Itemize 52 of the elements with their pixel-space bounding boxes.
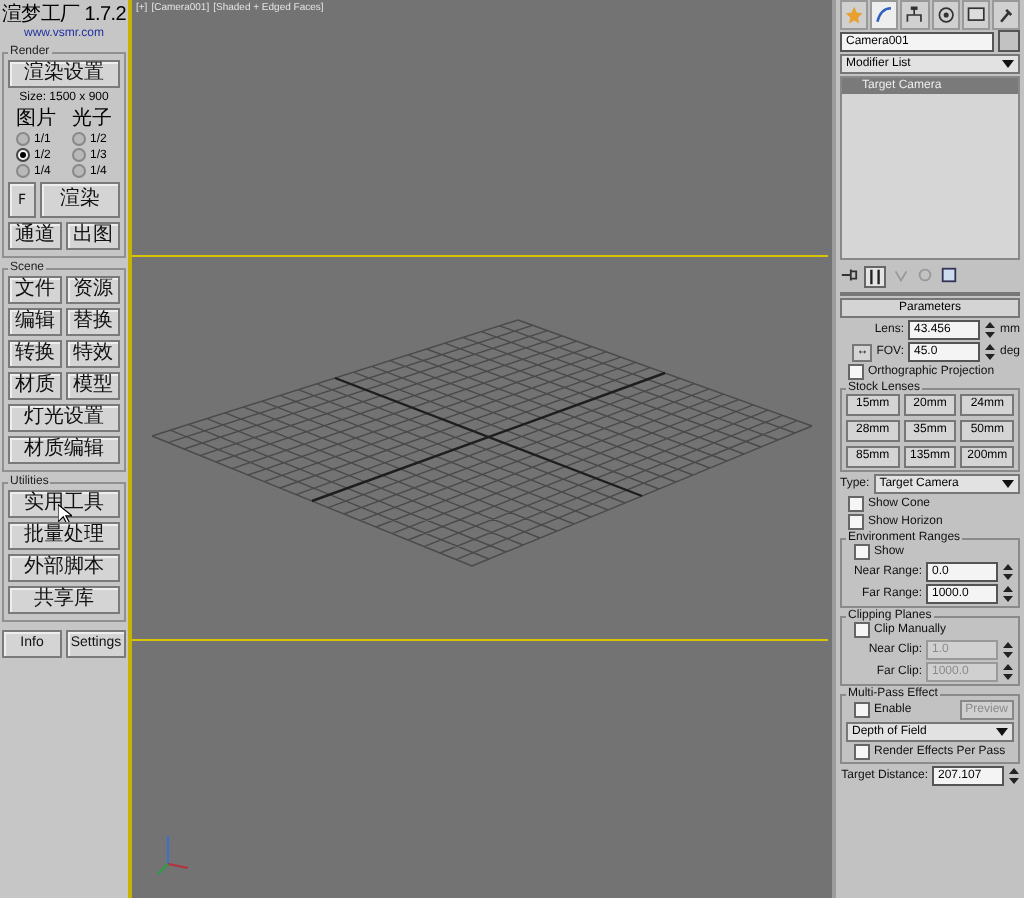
checkbox[interactable]: [854, 622, 870, 638]
panel-button[interactable]: 模型: [66, 372, 120, 400]
checkbox[interactable]: [854, 744, 870, 760]
panel-button[interactable]: 编辑: [8, 308, 62, 336]
render-button[interactable]: 渲染: [40, 182, 120, 218]
checkbox[interactable]: [848, 496, 864, 512]
column-label: 图片: [16, 108, 56, 130]
radio-button[interactable]: [16, 164, 30, 178]
panel-button[interactable]: 材质: [8, 372, 62, 400]
configure-icon[interactable]: [940, 266, 958, 284]
show-end-result-icon[interactable]: [864, 266, 886, 288]
curve-icon[interactable]: [870, 0, 899, 29]
spinner-icon[interactable]: [1002, 640, 1014, 660]
pin-icon[interactable]: [840, 266, 858, 284]
checkbox[interactable]: [854, 702, 870, 718]
color-swatch[interactable]: [998, 30, 1020, 52]
spinner-icon[interactable]: [984, 320, 996, 340]
radio-button[interactable]: [72, 132, 86, 146]
panel-button[interactable]: 灯光设置: [8, 404, 120, 432]
app-title: 渲梦工厂 1.7.2: [2, 4, 126, 26]
render-setup-button[interactable]: 渲染设置: [8, 60, 120, 88]
spinner-icon[interactable]: [1002, 662, 1014, 682]
radio-button[interactable]: [16, 148, 30, 162]
panel-button[interactable]: 通道: [8, 222, 62, 250]
radio-button[interactable]: [72, 148, 86, 162]
axis-tripod-icon: [157, 835, 189, 875]
checkbox[interactable]: [854, 544, 870, 560]
caret-icon: [996, 728, 1008, 736]
panel-button[interactable]: 共享库: [8, 586, 120, 614]
panel-button[interactable]: 资源: [66, 276, 120, 304]
hammer-icon[interactable]: [991, 0, 1021, 29]
panel-button[interactable]: 特效: [66, 340, 120, 368]
radio-button[interactable]: [16, 132, 30, 146]
hierarchy-icon[interactable]: [900, 0, 930, 29]
monitor-icon[interactable]: [961, 0, 990, 29]
checkbox[interactable]: [848, 364, 864, 380]
spinner-icon[interactable]: [1002, 584, 1014, 604]
panel-button[interactable]: 替换: [66, 308, 120, 336]
panel-button[interactable]: 出图: [66, 222, 120, 250]
panel-button[interactable]: 材质编辑: [8, 436, 120, 464]
panel-button[interactable]: 外部脚本: [8, 554, 120, 582]
caret-icon: [1002, 480, 1014, 488]
spinner-icon[interactable]: [1002, 562, 1014, 582]
panel-button[interactable]: 批量处理: [8, 522, 120, 550]
caret-icon: [1002, 60, 1014, 68]
column-label: 光子: [72, 108, 112, 130]
radio-button[interactable]: [72, 164, 86, 178]
checkbox[interactable]: [848, 514, 864, 530]
spinner-icon[interactable]: [1008, 766, 1020, 786]
panel-button[interactable]: 文件: [8, 276, 62, 304]
panel-button[interactable]: 转换: [8, 340, 62, 368]
star-icon[interactable]: [840, 0, 869, 29]
